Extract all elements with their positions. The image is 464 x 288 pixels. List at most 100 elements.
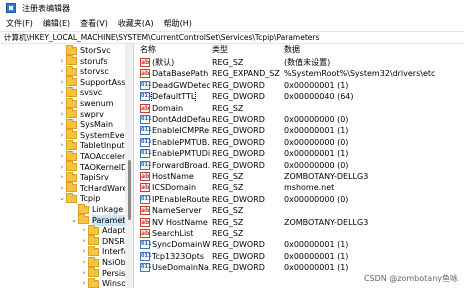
chevron-right-icon[interactable]: ›: [58, 119, 66, 130]
column-type-header[interactable]: 类型: [212, 44, 228, 56]
value-row[interactable]: SyncDomainWi...REG_DWORD 0x00000001 (1): [136, 239, 464, 250]
binary-value-icon: [140, 125, 151, 136]
value-name-cell: DeadGWDetec...: [140, 80, 210, 91]
chevron-right-icon[interactable]: ›: [58, 140, 66, 151]
chevron-right-icon[interactable]: ›: [58, 151, 66, 162]
chevron-down-icon[interactable]: ⌄: [58, 193, 66, 204]
folder-icon: [66, 97, 77, 108]
tree-scrollbar-thumb[interactable]: [128, 160, 131, 220]
tree-item[interactable]: › swprv: [58, 108, 104, 120]
chevron-right-icon[interactable]: ›: [58, 56, 66, 67]
value-type: REG_DWORD: [212, 126, 265, 136]
value-data: 0x00000001 (1): [284, 240, 349, 250]
value-data: 0x00000001 (1): [284, 251, 349, 261]
menu-file[interactable]: 文件(F): [6, 18, 33, 29]
window-title: 注册表编辑器: [22, 3, 70, 13]
tree-item-label: storufs: [80, 56, 108, 66]
value-row[interactable]: IPEnableRouterREG_DWORD 0x00000000 (0): [136, 194, 464, 205]
values-list: 名称 类型 数据 (默认)REG_SZ(数值未设置)DataBasePathRE…: [136, 44, 464, 288]
value-row[interactable]: Domain REG_SZ: [136, 103, 464, 114]
value-type: REG_DWORD: [212, 160, 265, 170]
tree-item-label: Linkage: [92, 205, 124, 214]
string-value-icon: [140, 217, 150, 228]
menu-favorites[interactable]: 收藏夹(A): [118, 18, 154, 29]
chevron-down-icon[interactable]: ⌄: [70, 215, 78, 226]
chevron-right-icon[interactable]: ›: [80, 246, 88, 257]
folder-icon: [66, 150, 77, 161]
value-type: REG_DWORD: [212, 80, 265, 90]
value-data: 0x00000000 (0): [284, 115, 349, 124]
value-row[interactable]: NV HostName REG_SZ ZOMBOTANY-DELLG3: [136, 217, 464, 228]
string-value-icon: [140, 182, 150, 193]
value-row[interactable]: ForwardBroad...REG_DWORD 0x00000000 (0): [136, 160, 464, 171]
menu-edit[interactable]: 编辑(E): [43, 18, 70, 29]
menu-view[interactable]: 查看(V): [80, 18, 108, 29]
chevron-right-icon[interactable]: ›: [58, 98, 66, 109]
string-value-icon: [140, 171, 150, 182]
chevron-right-icon[interactable]: ›: [80, 236, 88, 247]
value-name: ForwardBroad...: [152, 160, 210, 170]
chevron-right-icon[interactable]: ›: [58, 162, 66, 173]
value-row[interactable]: SearchList REG_SZ: [136, 228, 464, 239]
chevron-right-icon[interactable]: ›: [58, 77, 66, 88]
binary-value-icon: [140, 114, 151, 125]
value-name-cell: SyncDomainWi...: [140, 239, 210, 250]
folder-icon: [88, 256, 99, 267]
value-name-cell: NameServer: [140, 205, 210, 216]
value-data: 0x00000001 (1): [284, 126, 349, 136]
chevron-right-icon[interactable]: ›: [58, 183, 66, 194]
value-row[interactable]: HostName REG_SZ ZOMBOTANY-DELLG3: [136, 171, 464, 182]
address-bar[interactable]: 计算机\HKEY_LOCAL_MACHINE\SYSTEM\CurrentCon…: [0, 31, 464, 44]
value-row[interactable]: EnablePMTUDi...REG_DWORD 0x00000001 (1): [136, 148, 464, 159]
folder-icon: [66, 65, 77, 76]
value-type: REG_EXPAND_SZ: [212, 69, 280, 79]
string-value-icon: [140, 103, 150, 114]
column-data-header[interactable]: 数据: [284, 44, 300, 56]
tree-item-label: swenum: [80, 99, 114, 108]
chevron-right-icon[interactable]: ›: [58, 87, 66, 98]
value-name-cell: (默认): [140, 57, 210, 68]
tree-item-label: TcHardWare: [80, 183, 128, 193]
chevron-right-icon[interactable]: ›: [80, 225, 88, 236]
chevron-right-icon[interactable]: ›: [58, 109, 66, 120]
value-name: DontAddDefau...: [152, 115, 210, 124]
value-name-cell: DontAddDefau...: [140, 114, 210, 125]
value-data: 0x00000000 (0): [284, 160, 349, 170]
value-row[interactable]: NameServer REG_SZ: [136, 205, 464, 216]
folder-icon: [66, 86, 77, 97]
chevron-right-icon[interactable]: ›: [58, 172, 66, 183]
menu-help[interactable]: 帮助(H): [164, 18, 192, 29]
value-data: ZOMBOTANY-DELLG3: [284, 217, 369, 227]
binary-value-icon: [140, 148, 151, 159]
value-row[interactable]: EnablePMTUB...REG_DWORD 0x00000000 (0): [136, 137, 464, 148]
tree-item[interactable]: › svsvc: [58, 86, 102, 98]
value-data: 0x00000001 (1): [284, 80, 349, 90]
string-value-icon: [140, 228, 150, 239]
folder-icon: [66, 118, 77, 129]
value-row[interactable]: Tcp1323Opts REG_DWORD 0x00000001 (1): [136, 251, 464, 262]
value-row[interactable]: DataBasePathREG_EXPAND_SZ %SystemRoot%\Sy…: [136, 68, 464, 79]
value-name-cell: EnablePMTUB...: [140, 137, 210, 148]
value-name-cell: EnableICMPRe...: [140, 125, 210, 136]
column-name-header[interactable]: 名称: [140, 44, 156, 56]
menu-bar: 文件(F) 编辑(E) 查看(V) 收藏夹(A) 帮助(H): [0, 16, 464, 31]
binary-value-icon: [140, 194, 151, 205]
value-row[interactable]: DefaultTTL REG_DWORD 0x00000040 (64): [136, 91, 464, 103]
value-row[interactable]: EnableICMPRe...REG_DWORD 0x00000001 (1): [136, 125, 464, 136]
value-name: Domain: [152, 103, 184, 113]
value-row[interactable]: DeadGWDetec...REG_DWORD 0x00000001 (1): [136, 80, 464, 91]
binary-value-icon: [140, 251, 151, 262]
value-row[interactable]: DontAddDefau...REG_DWORD 0x00000000 (0): [136, 114, 464, 125]
value-row[interactable]: ICSDomain REG_SZ mshome.net: [136, 182, 464, 193]
chevron-right-icon[interactable]: ›: [58, 66, 66, 77]
value-name-cell: DefaultTTL: [140, 91, 210, 103]
value-row[interactable]: UseDomainNa...REG_DWORD 0x00000001 (1): [136, 262, 464, 273]
chevron-right-icon[interactable]: ›: [80, 268, 88, 279]
chevron-right-icon[interactable]: ›: [58, 130, 66, 141]
chevron-right-icon[interactable]: ›: [80, 257, 88, 268]
value-row[interactable]: (默认) REG_SZ (数值未设置): [136, 57, 464, 68]
folder-icon: [88, 235, 99, 246]
chevron-right-icon[interactable]: ›: [80, 278, 88, 288]
value-name-cell: Domain: [140, 103, 210, 114]
value-type: REG_SZ: [212, 206, 244, 216]
